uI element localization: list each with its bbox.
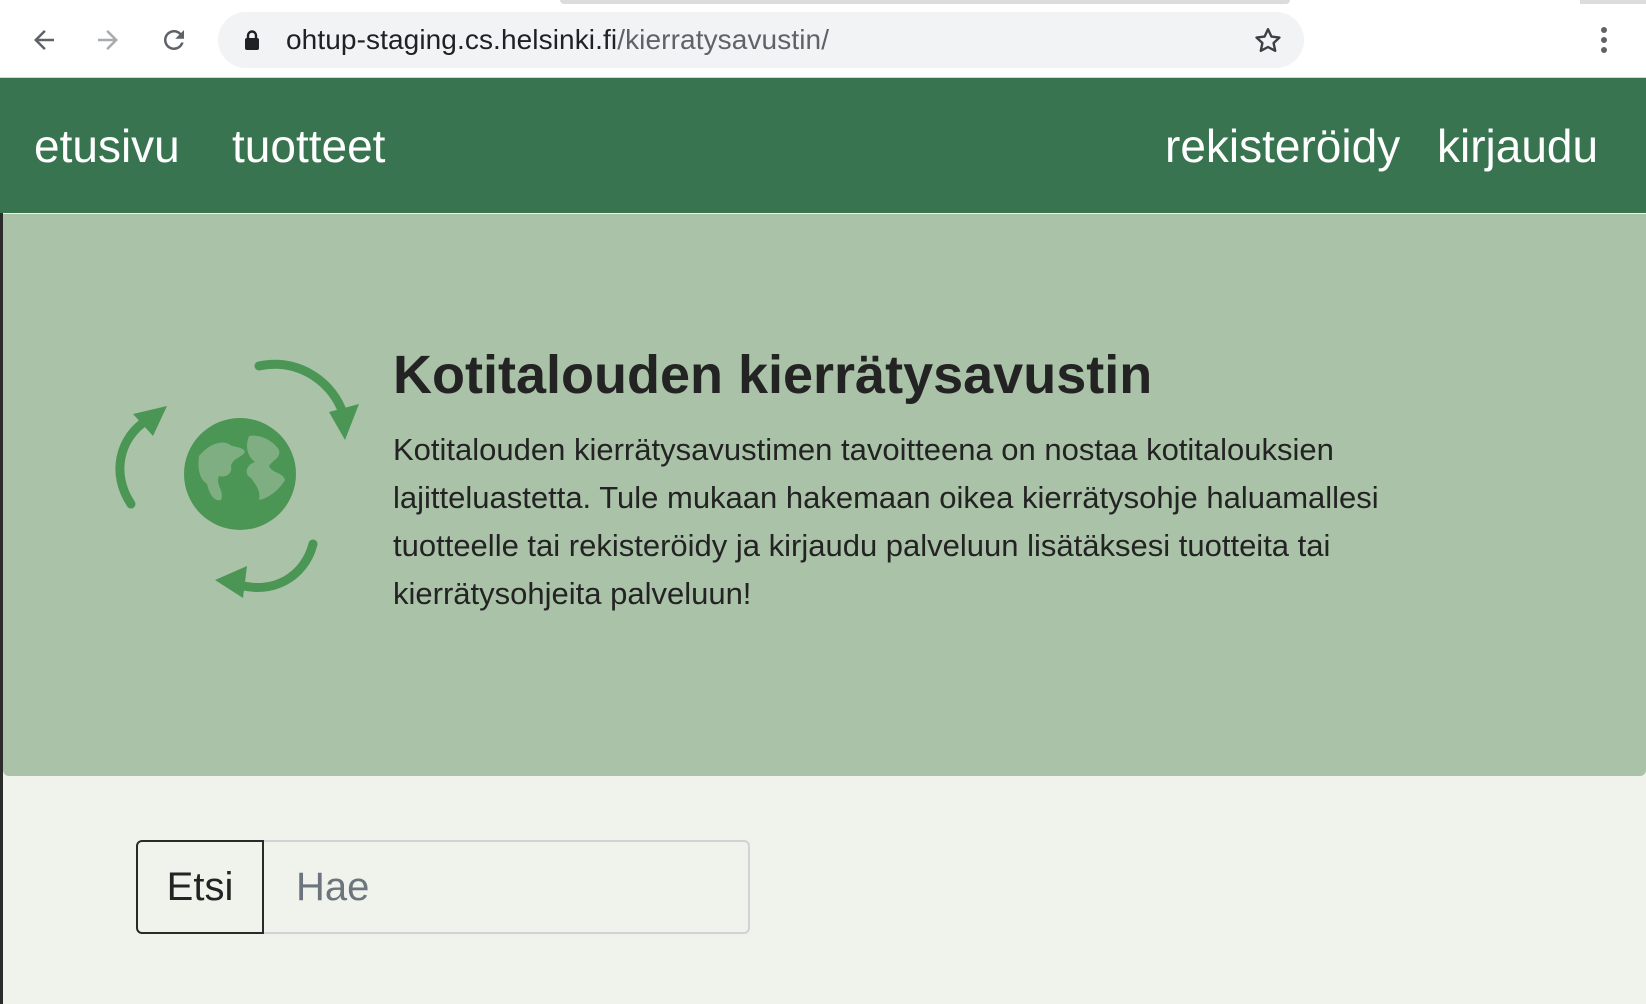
nav-link-home[interactable]: etusivu (34, 118, 180, 174)
recycle-globe-icon (115, 359, 359, 598)
forward-button[interactable] (86, 18, 130, 62)
lock-icon[interactable] (242, 29, 262, 51)
back-button[interactable] (22, 18, 66, 62)
address-bar[interactable]: ohtup-staging.cs.helsinki.fi/kierratysav… (218, 12, 1304, 68)
page-title: Kotitalouden kierrätysavustin (393, 345, 1153, 405)
url-path: /kierratysavustin/ (617, 24, 830, 55)
star-icon[interactable] (1252, 25, 1284, 57)
nav-link-register[interactable]: rekisteröidy (1165, 118, 1400, 174)
search-button[interactable]: Etsi (136, 840, 264, 934)
hero-description: Kotitalouden kierrätysavustimen tavoitte… (393, 432, 1379, 611)
reload-button[interactable] (152, 18, 196, 62)
forward-arrow-icon (98, 30, 118, 50)
search-input[interactable] (264, 840, 750, 934)
nav-link-products[interactable]: tuotteet (232, 118, 385, 174)
back-arrow-icon (34, 30, 54, 50)
browser-toolbar: ohtup-staging.cs.helsinki.fi/kierratysav… (0, 0, 1646, 78)
search-form: Etsi (136, 840, 750, 934)
url-host: ohtup-staging.cs.helsinki.fi (286, 24, 618, 55)
tab-strip-edge (560, 0, 1290, 4)
nav-link-login[interactable]: kirjaudu (1437, 118, 1598, 174)
url-text[interactable]: ohtup-staging.cs.helsinki.fi/kierratysav… (286, 24, 829, 56)
tab-strip-edge-right (1580, 0, 1646, 4)
reload-icon (164, 30, 184, 50)
more-vert-icon[interactable] (1588, 22, 1620, 58)
hero-banner: Kotitalouden kierrätysavustin Kotitaloud… (3, 214, 1646, 776)
site-navbar: etusivu tuotteet rekisteröidy kirjaudu (0, 78, 1646, 213)
